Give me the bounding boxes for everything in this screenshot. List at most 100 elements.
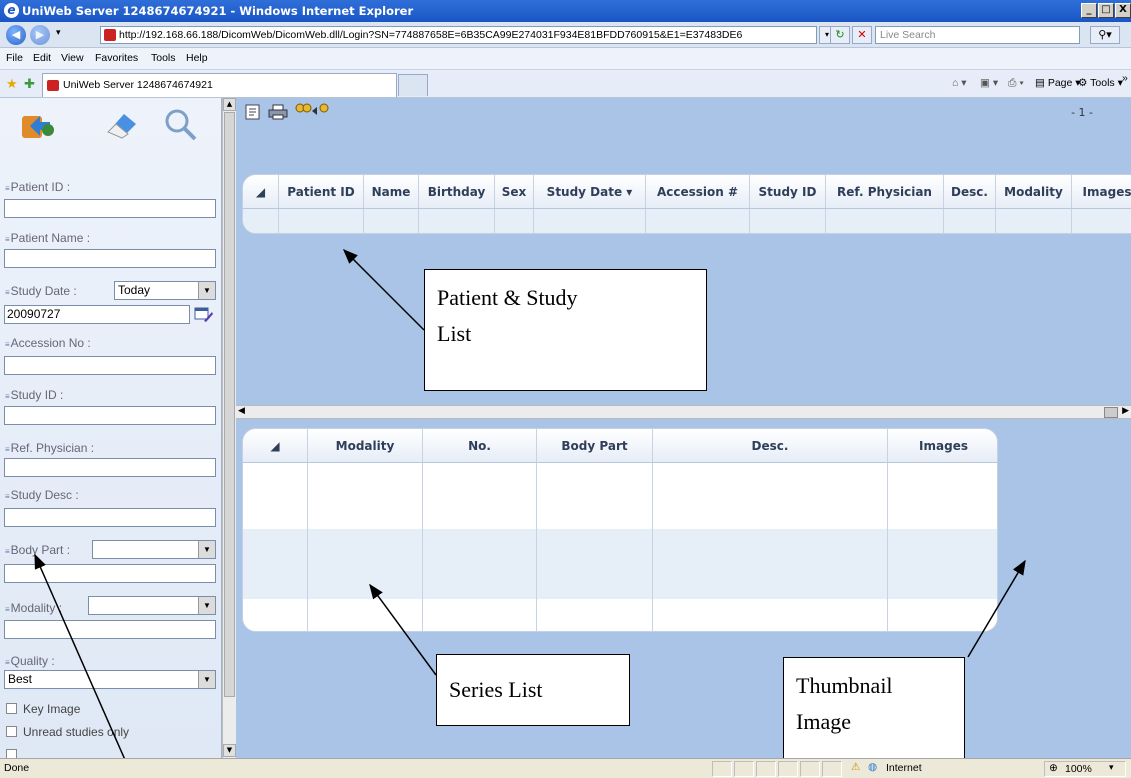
menu-tools[interactable]: Tools <box>151 52 176 64</box>
browser-tab[interactable]: UniWeb Server 1248674674921 <box>42 73 397 97</box>
col-images[interactable]: Images <box>1072 175 1131 208</box>
zoom-control[interactable]: ⊕ 100% ▾ <box>1044 761 1126 777</box>
scroll-thumb[interactable] <box>1104 407 1118 418</box>
scroll-up-icon[interactable]: ▲ <box>223 98 236 111</box>
col-birthday[interactable]: Birthday <box>419 175 495 208</box>
patient-id-input[interactable] <box>4 199 216 218</box>
maximize-button[interactable]: □ <box>1098 3 1114 18</box>
search-input[interactable]: Live Search <box>875 26 1080 44</box>
refresh-icon[interactable]: ↻ <box>830 26 850 44</box>
search-study-icon[interactable] <box>20 106 58 144</box>
close-button[interactable]: X <box>1115 3 1131 18</box>
new-tab-button[interactable] <box>398 74 428 96</box>
calendar-icon[interactable] <box>194 306 214 323</box>
stop-icon[interactable]: ✕ <box>852 26 872 44</box>
series-grid-row[interactable] <box>243 529 997 599</box>
nav-dropdown-icon[interactable]: ▾ <box>56 28 61 38</box>
transfer-users-icon[interactable] <box>294 102 332 120</box>
search-magnifier-icon[interactable] <box>162 106 200 144</box>
study-date-input[interactable]: 20090727 <box>4 305 190 324</box>
forward-icon[interactable]: ▶ <box>30 25 50 45</box>
clear-eraser-icon[interactable] <box>102 106 140 144</box>
series-list-grid[interactable]: ◢ Modality No. Body Part Desc. Images <box>242 428 998 632</box>
add-favorite-icon[interactable]: ✚ <box>24 76 35 92</box>
patient-name-input[interactable] <box>4 249 216 268</box>
study-date-select-value: Today <box>118 283 151 297</box>
series-grid-options-icon[interactable]: ◢ <box>243 429 308 462</box>
grid-options-icon[interactable]: ◢ <box>243 175 279 208</box>
col-series-no[interactable]: No. <box>423 429 537 462</box>
checkbox-box <box>6 749 17 758</box>
feeds-icon[interactable]: ▣ ▾ <box>980 77 998 89</box>
back-icon[interactable]: ◀ <box>6 25 26 45</box>
col-name[interactable]: Name <box>364 175 419 208</box>
chevron-down-icon: ▾ <box>1109 762 1114 772</box>
search-panel: Patient ID : Patient Name : Study Date :… <box>0 98 222 758</box>
key-image-checkbox[interactable]: Key Image <box>6 702 80 716</box>
col-desc[interactable]: Desc. <box>944 175 996 208</box>
print-icon[interactable]: ⎙ ▾ <box>1008 77 1024 90</box>
col-patient-id[interactable]: Patient ID <box>279 175 364 208</box>
chevron-down-icon: ▼ <box>198 541 215 558</box>
report-icon[interactable] <box>244 103 262 121</box>
unread-only-checkbox[interactable]: Unread studies only <box>6 725 129 739</box>
col-series-desc[interactable]: Desc. <box>653 429 888 462</box>
col-sex[interactable]: Sex <box>495 175 534 208</box>
body-part-select[interactable]: ▼ <box>92 540 216 559</box>
minimize-button[interactable]: _ <box>1081 3 1097 18</box>
series-grid-row[interactable] <box>243 463 997 529</box>
menu-edit[interactable]: Edit <box>33 52 51 64</box>
scroll-down-icon[interactable]: ▼ <box>223 744 236 757</box>
home-icon[interactable]: ⌂ ▾ <box>952 77 967 89</box>
favorites-star-icon[interactable]: ★ <box>6 76 18 92</box>
menu-help[interactable]: Help <box>186 52 208 64</box>
toolbar-overflow-icon[interactable]: » <box>1122 72 1128 84</box>
print-icon[interactable] <box>268 104 288 120</box>
ie-logo-icon: e <box>4 3 19 18</box>
page-menu[interactable]: ▤ Page ▾ <box>1035 77 1081 89</box>
menu-favorites[interactable]: Favorites <box>95 52 138 64</box>
partial-checkbox[interactable] <box>6 748 23 758</box>
quality-select[interactable]: Best ▼ <box>4 670 216 689</box>
body-part-input[interactable] <box>4 564 216 583</box>
ref-physician-input[interactable] <box>4 458 216 477</box>
study-list-grid[interactable]: ◢ Patient ID Name Birthday Sex Study Dat… <box>242 174 1131 234</box>
accession-no-input[interactable] <box>4 356 216 375</box>
main-toolbar: - 1 - <box>236 98 1131 126</box>
menu-file[interactable]: File <box>6 52 23 64</box>
study-desc-input[interactable] <box>4 508 216 527</box>
quality-label: Quality : <box>5 654 55 668</box>
main-area: - 1 - ◢ Patient ID Name Birthday Sex Stu… <box>236 98 1131 758</box>
window-title: UniWeb Server 1248674674921 - Windows In… <box>22 4 414 18</box>
col-series-body-part[interactable]: Body Part <box>537 429 653 462</box>
study-grid-row[interactable] <box>243 209 1131 233</box>
tools-menu[interactable]: ⚙ Tools ▾ <box>1078 77 1123 89</box>
tools-gear-icon: ⚙ <box>1078 77 1091 89</box>
col-ref-physician[interactable]: Ref. Physician <box>826 175 944 208</box>
modality-select[interactable]: ▼ <box>88 596 216 615</box>
scroll-right-icon[interactable]: ▶ <box>1122 406 1129 416</box>
chevron-down-icon: ▼ <box>198 597 215 614</box>
study-list-hscrollbar[interactable]: ◀ ▶ <box>236 405 1131 419</box>
col-accession[interactable]: Accession # <box>646 175 750 208</box>
col-study-id[interactable]: Study ID <box>750 175 826 208</box>
col-series-images[interactable]: Images <box>888 429 997 462</box>
key-image-label: Key Image <box>23 702 81 716</box>
scroll-left-icon[interactable]: ◀ <box>238 406 245 416</box>
status-text: Done <box>4 762 30 774</box>
checkbox-box <box>6 726 17 737</box>
menu-view[interactable]: View <box>61 52 84 64</box>
window-title-bar: e UniWeb Server 1248674674921 - Windows … <box>0 0 1131 22</box>
series-grid-row[interactable] <box>243 599 997 631</box>
scroll-thumb[interactable] <box>224 112 235 697</box>
search-icon[interactable]: ⚲▾ <box>1090 26 1120 44</box>
col-study-date[interactable]: Study Date ▾ <box>534 175 646 208</box>
col-modality[interactable]: Modality <box>996 175 1072 208</box>
study-date-select[interactable]: Today ▼ <box>114 281 216 300</box>
col-series-modality[interactable]: Modality <box>308 429 423 462</box>
study-id-input[interactable] <box>4 406 216 425</box>
modality-input[interactable] <box>4 620 216 639</box>
url-input[interactable]: http://192.168.66.188/DicomWeb/DicomWeb.… <box>100 26 817 44</box>
left-panel-scrollbar[interactable]: ▲ ▼ <box>222 98 236 758</box>
series-grid-header: ◢ Modality No. Body Part Desc. Images <box>243 429 997 463</box>
